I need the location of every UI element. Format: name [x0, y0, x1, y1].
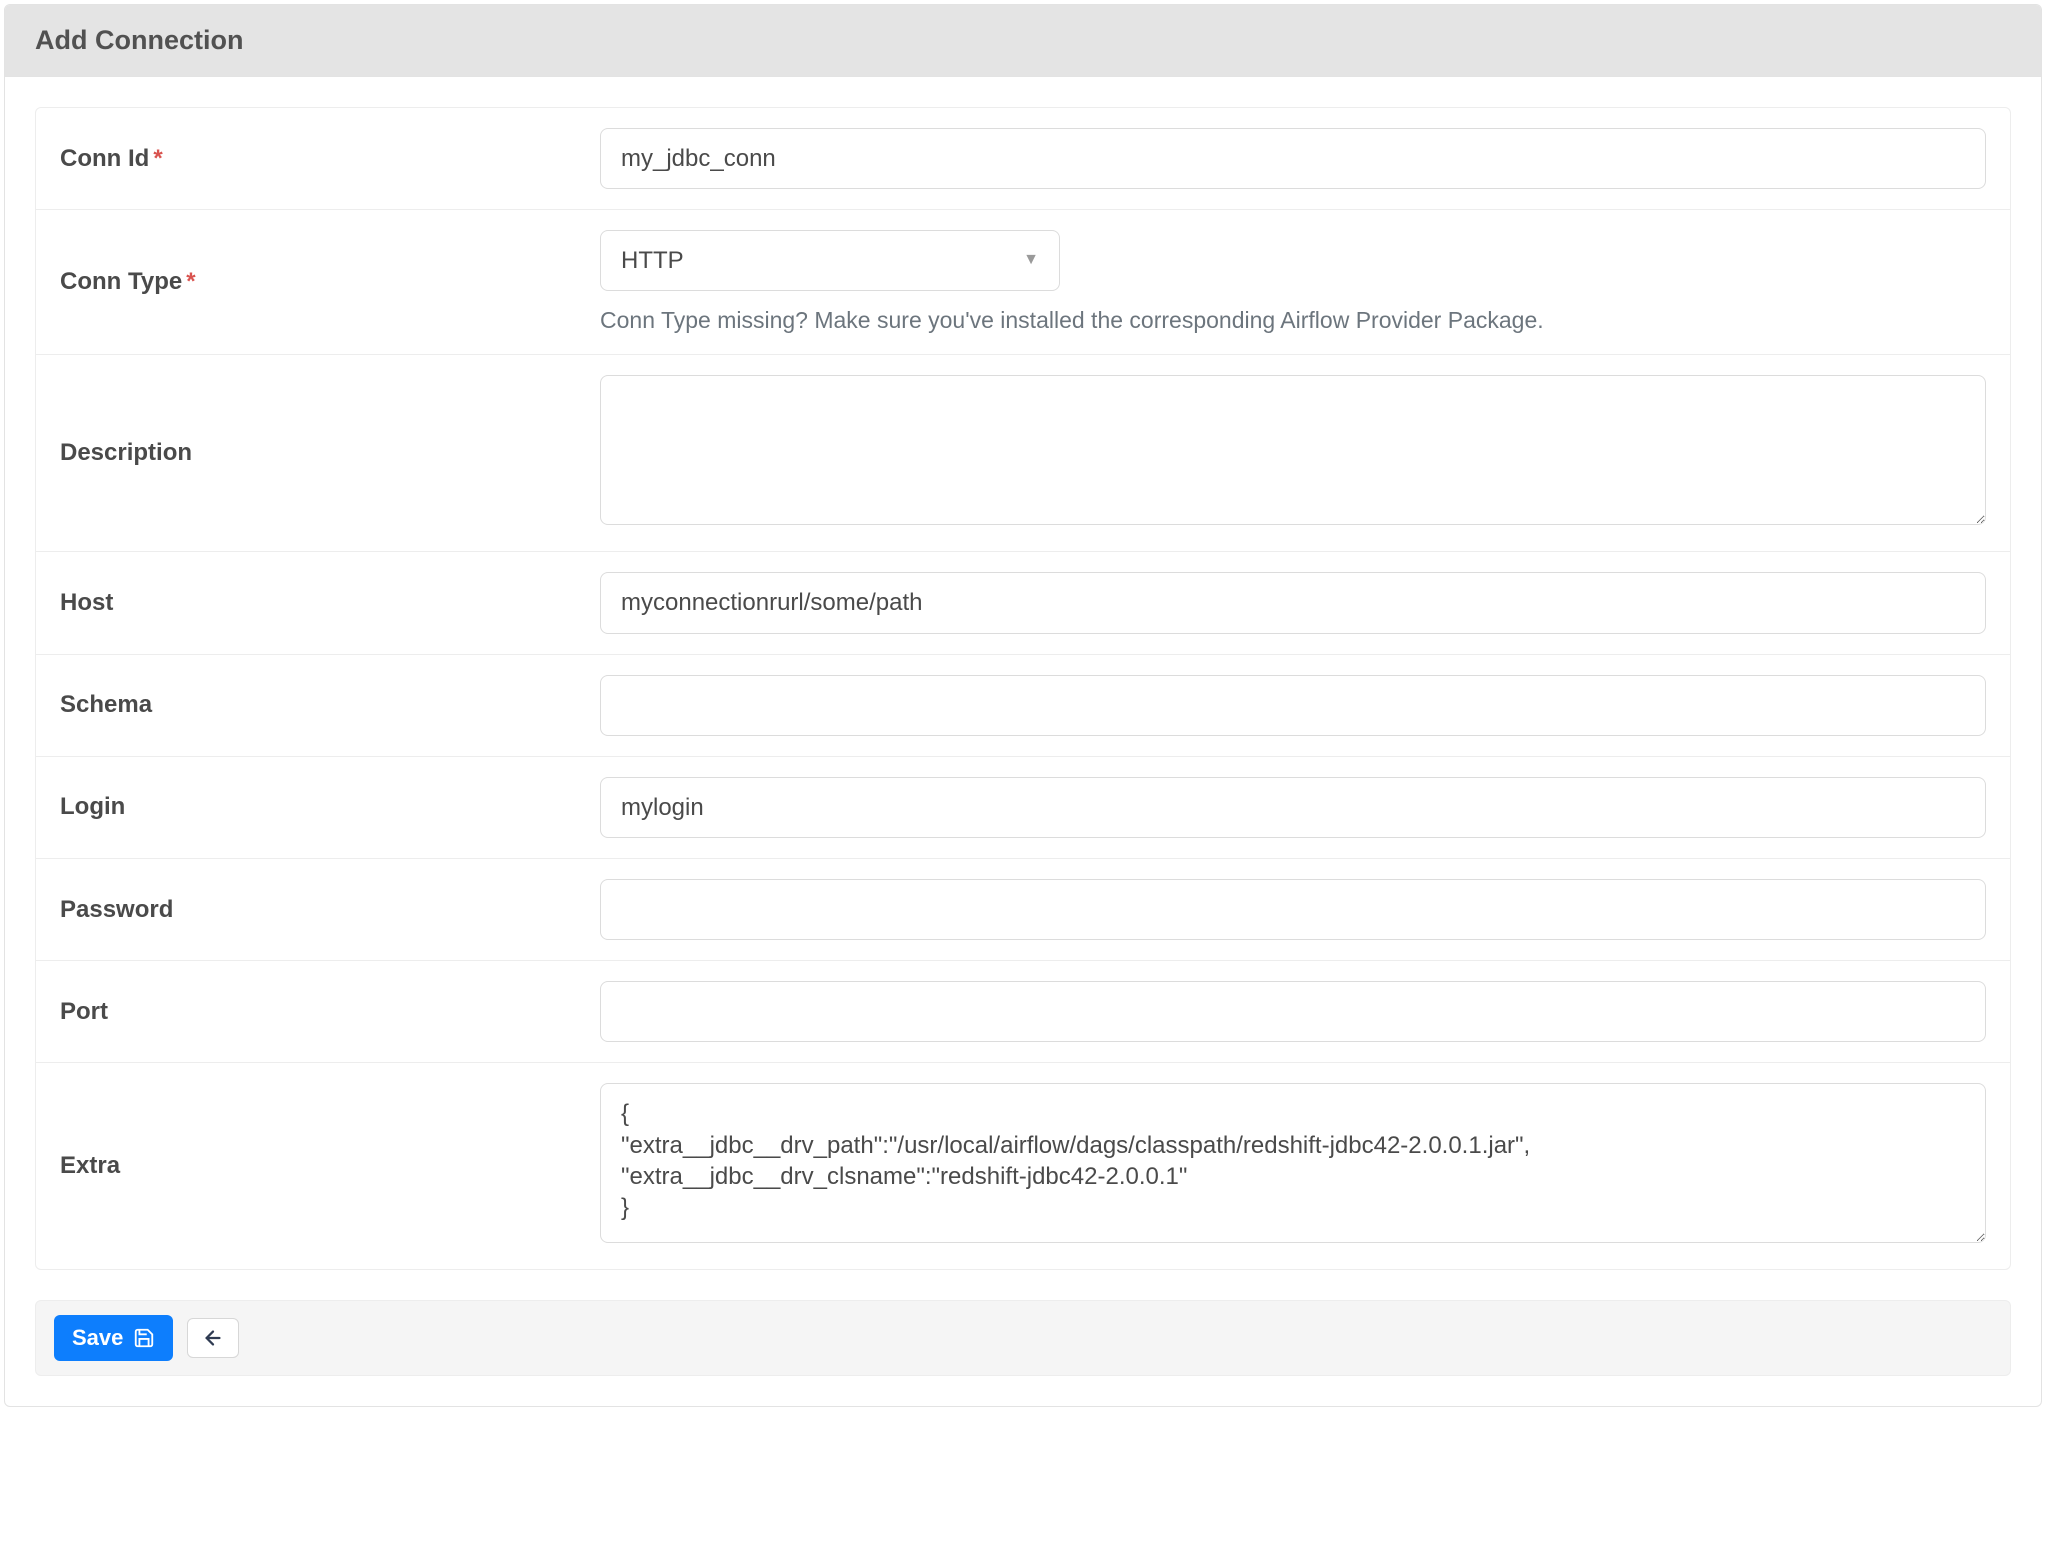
- port-input[interactable]: [600, 981, 1986, 1042]
- host-input[interactable]: [600, 572, 1986, 633]
- add-connection-panel: Add Connection Conn Id* Conn Type* HT: [4, 4, 2042, 1407]
- extra-input[interactable]: [600, 1083, 1986, 1243]
- schema-input[interactable]: [600, 675, 1986, 736]
- label-conn-id-text: Conn Id: [60, 145, 149, 172]
- row-port: Port: [36, 961, 2010, 1063]
- label-host: Host: [60, 589, 600, 617]
- description-input[interactable]: [600, 375, 1986, 525]
- back-button[interactable]: [187, 1318, 239, 1358]
- label-port: Port: [60, 998, 600, 1026]
- conn-type-help-text: Conn Type missing? Make sure you've inst…: [600, 307, 1986, 334]
- password-input[interactable]: [600, 879, 1986, 940]
- row-host: Host: [36, 552, 2010, 654]
- label-password: Password: [60, 896, 600, 924]
- label-login: Login: [60, 793, 600, 821]
- label-conn-type: Conn Type*: [60, 268, 600, 296]
- row-conn-id: Conn Id*: [36, 108, 2010, 210]
- label-conn-id: Conn Id*: [60, 145, 600, 173]
- save-button[interactable]: Save: [54, 1315, 173, 1361]
- row-extra: Extra: [36, 1063, 2010, 1269]
- row-password: Password: [36, 859, 2010, 961]
- panel-body: Conn Id* Conn Type* HTTP ▼ Conn Type mis…: [5, 77, 2041, 1406]
- panel-title: Add Connection: [5, 5, 2041, 77]
- label-schema: Schema: [60, 691, 600, 719]
- required-marker: *: [186, 268, 195, 295]
- conn-type-selected-value: HTTP: [621, 245, 684, 276]
- row-conn-type: Conn Type* HTTP ▼ Conn Type missing? Mak…: [36, 210, 2010, 355]
- label-extra: Extra: [60, 1152, 600, 1180]
- row-schema: Schema: [36, 655, 2010, 757]
- conn-id-input[interactable]: [600, 128, 1986, 189]
- save-icon: [133, 1327, 155, 1349]
- save-button-label: Save: [72, 1325, 123, 1351]
- row-login: Login: [36, 757, 2010, 859]
- required-marker: *: [153, 145, 162, 172]
- conn-type-select[interactable]: HTTP ▼: [600, 230, 1060, 291]
- label-conn-type-text: Conn Type: [60, 268, 182, 295]
- form-footer: Save: [35, 1300, 2011, 1376]
- arrow-left-icon: [202, 1327, 224, 1349]
- connection-form: Conn Id* Conn Type* HTTP ▼ Conn Type mis…: [35, 107, 2011, 1270]
- row-description: Description: [36, 355, 2010, 552]
- label-description: Description: [60, 439, 600, 467]
- login-input[interactable]: [600, 777, 1986, 838]
- chevron-down-icon: ▼: [1023, 250, 1039, 271]
